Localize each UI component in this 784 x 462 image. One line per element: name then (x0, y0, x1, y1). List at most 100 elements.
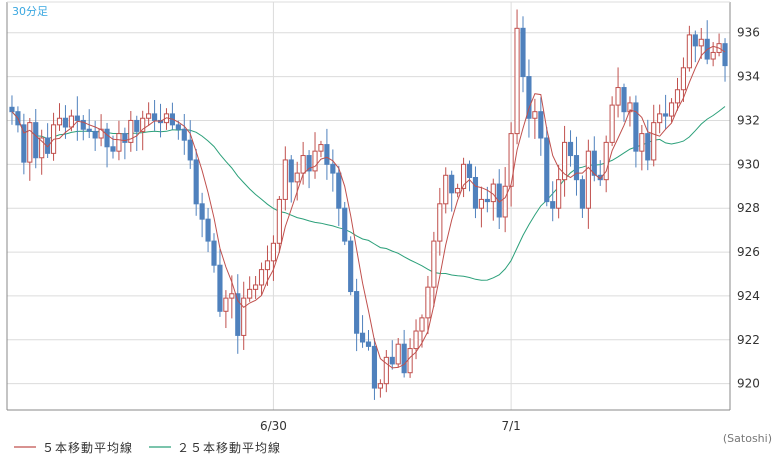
candle-body (437, 203, 443, 242)
y-tick-label: 932 (737, 113, 760, 127)
candle-body (229, 293, 235, 299)
y-tick-label: 924 (737, 289, 760, 303)
candle-body (532, 111, 538, 119)
candle-body (645, 133, 651, 161)
candle-body (455, 187, 461, 194)
legend-label: ５本移動平均線 (42, 440, 133, 455)
candle-body (514, 27, 520, 135)
candle-body (217, 264, 223, 312)
candle-body (502, 185, 508, 218)
timeframe-label: 30分足 (12, 5, 48, 18)
candle-body (146, 113, 152, 119)
x-tick-label: 6/30 (260, 419, 287, 433)
candle-body (633, 102, 639, 152)
credit-label: (Satoshi) (723, 432, 772, 445)
candle-body (639, 133, 645, 152)
candle-body (253, 284, 259, 290)
y-axis: 936 934 932 930 928 926 924 922 920 (737, 26, 760, 391)
candle-body (657, 113, 663, 124)
candle-body (365, 341, 372, 347)
legend-label: ２５本移動平均線 (177, 440, 281, 455)
candle-body (478, 198, 484, 209)
candle-body (449, 174, 455, 194)
candle-body (567, 141, 574, 157)
candle-body (413, 330, 419, 350)
candle-body (585, 150, 591, 209)
candle-body (472, 176, 479, 209)
y-tick-label: 926 (737, 245, 760, 259)
candle-body (680, 67, 687, 91)
candle-body (294, 172, 300, 183)
candle-body (651, 122, 657, 161)
candle-body (359, 332, 366, 343)
candle-body (615, 87, 621, 106)
candle-body (663, 113, 669, 117)
y-tick-label: 934 (737, 70, 760, 84)
candle-body (330, 163, 336, 174)
candle-body (62, 117, 69, 128)
candle-body (68, 115, 74, 128)
candle-body (609, 104, 615, 143)
candle-body (110, 146, 116, 152)
y-tick-label: 930 (737, 157, 760, 171)
candle-body (377, 383, 383, 389)
candle-body (544, 137, 550, 203)
candle-body (674, 89, 681, 104)
candle-body (33, 122, 39, 159)
candle-body (668, 102, 675, 117)
candle-body (371, 345, 378, 389)
x-tick-label: 7/1 (501, 419, 520, 433)
candlestick-chart: 936 934 932 930 928 926 924 922 920 6/30 7/1 30分足… (0, 0, 784, 462)
candle-body (282, 159, 288, 200)
candle-body (698, 38, 704, 47)
candle-body (466, 163, 473, 178)
candle-body (389, 356, 395, 365)
candle-body (199, 203, 205, 220)
candle-body (92, 130, 98, 139)
candle-body (241, 297, 247, 336)
candle-body (401, 343, 407, 374)
candle-body (276, 198, 282, 244)
candle-body (395, 343, 401, 365)
candle-body (336, 172, 342, 209)
candle-body (27, 122, 33, 163)
candle-body (550, 201, 556, 209)
candle-body (318, 144, 324, 152)
candle-body (270, 242, 277, 262)
candle-body (187, 139, 193, 161)
candle-body (205, 218, 211, 242)
candle-body (686, 34, 692, 69)
chart-background (0, 0, 784, 462)
candle (514, 9, 520, 145)
candle-body (86, 128, 92, 132)
candle-body (56, 117, 63, 126)
candle-body (288, 159, 294, 183)
candle-body (264, 260, 271, 271)
candle-body (104, 128, 110, 148)
y-tick-label: 922 (737, 333, 760, 347)
candle-body (710, 51, 716, 60)
candle-body (181, 128, 187, 141)
candle-body (484, 198, 490, 203)
y-tick-label: 936 (737, 26, 760, 40)
candle-body (342, 207, 348, 242)
candle-body (116, 133, 122, 152)
candle-body (443, 174, 449, 205)
candle-body (152, 113, 158, 121)
candle-body (193, 159, 199, 205)
candle-body (354, 291, 360, 334)
candle (342, 201, 348, 246)
candle-body (573, 155, 580, 181)
candle-body (300, 155, 306, 174)
y-tick-label: 928 (737, 201, 760, 215)
candle-body (134, 119, 140, 132)
candle-body (603, 141, 609, 181)
candle-body (324, 144, 330, 165)
candle-body (223, 297, 229, 312)
candle-body (431, 240, 437, 288)
candle-body (247, 288, 253, 299)
candle-body (722, 43, 728, 67)
candle-body (579, 179, 585, 209)
candle-body (258, 269, 265, 286)
candle-body (538, 111, 544, 139)
